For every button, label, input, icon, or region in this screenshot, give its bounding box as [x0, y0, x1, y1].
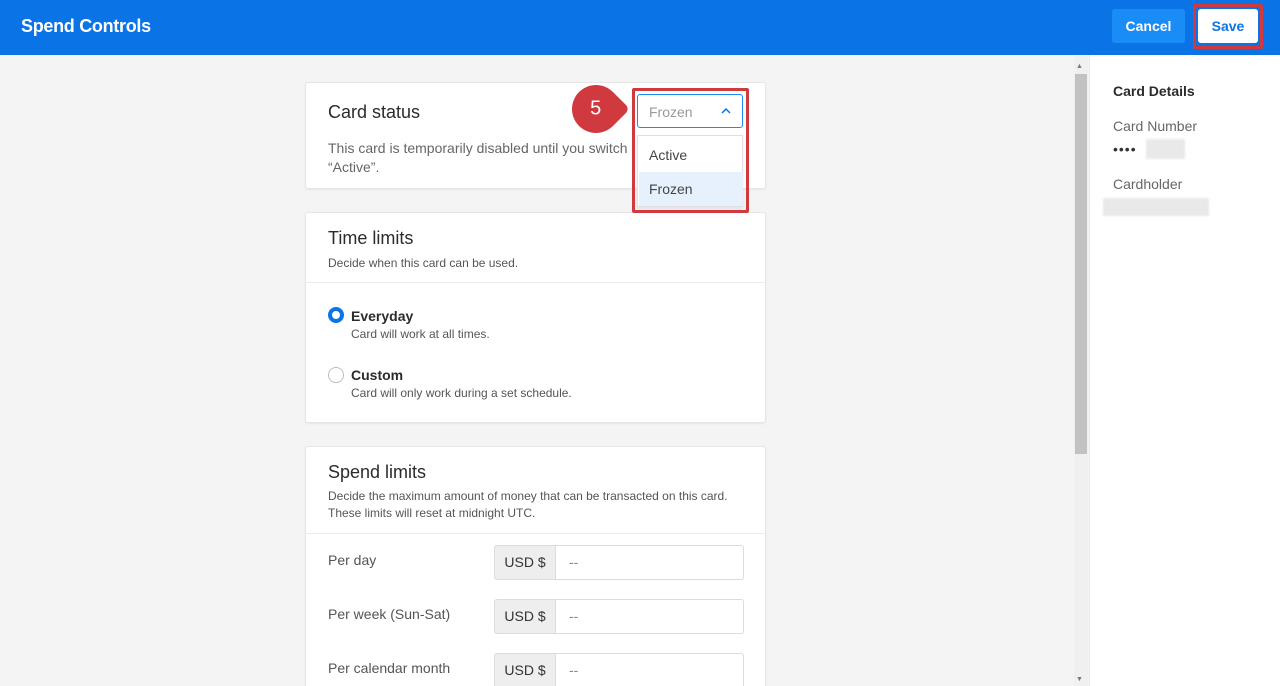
card-status-description-line2: “Active”.: [328, 159, 380, 175]
divider: [306, 282, 765, 283]
scroll-down-arrow-icon[interactable]: ▼: [1076, 676, 1083, 683]
top-bar: Spend Controls Cancel Save: [0, 0, 1280, 55]
time-limits-subtitle: Decide when this card can be used.: [328, 256, 519, 270]
everyday-description: Card will work at all times.: [351, 327, 490, 341]
cancel-button[interactable]: Cancel: [1112, 9, 1185, 43]
per-day-label: Per day: [328, 552, 377, 568]
card-number-redacted: [1146, 139, 1185, 159]
divider: [306, 533, 765, 534]
cardholder-label: Cardholder: [1113, 176, 1183, 192]
custom-label[interactable]: Custom: [351, 367, 403, 383]
card-details-sidebar: Card Details Card Number •••• Cardholder: [1089, 55, 1280, 686]
per-month-label: Per calendar month: [328, 660, 451, 676]
card-number-masked: ••••: [1113, 141, 1137, 157]
card-details-heading: Card Details: [1113, 83, 1195, 99]
per-month-input[interactable]: --: [555, 653, 744, 686]
card-status-description: This card is temporarily disabled until …: [328, 139, 638, 177]
card-status-description-line1: This card is temporarily disabled until …: [328, 140, 628, 156]
step-5-number: 5: [590, 98, 602, 120]
custom-radio[interactable]: [328, 367, 344, 383]
time-limits-panel: Time limits Decide when this card can be…: [305, 212, 766, 423]
custom-description: Card will only work during a set schedul…: [351, 386, 572, 400]
scroll-up-arrow-icon[interactable]: ▲: [1076, 63, 1083, 70]
per-week-currency: USD $: [494, 599, 556, 634]
time-limits-title: Time limits: [328, 228, 414, 248]
scrollbar-thumb[interactable]: [1075, 74, 1087, 454]
everyday-radio[interactable]: [328, 307, 344, 323]
per-week-label: Per week (Sun-Sat): [328, 606, 451, 622]
spend-limits-subtitle-line2: These limits will reset at midnight UTC.: [328, 506, 536, 520]
card-number-label: Card Number: [1113, 118, 1198, 134]
spend-limits-subtitle-line1: Decide the maximum amount of money that …: [328, 489, 728, 503]
card-status-title: Card status: [328, 102, 421, 122]
per-week-input[interactable]: --: [555, 599, 744, 634]
spend-limits-title: Spend limits: [328, 462, 427, 482]
per-day-currency: USD $: [494, 545, 556, 580]
spend-limits-panel: Spend limits Decide the maximum amount o…: [305, 446, 766, 686]
everyday-label[interactable]: Everyday: [351, 308, 413, 324]
per-day-input[interactable]: --: [555, 545, 744, 580]
dropdown-highlight-box: [632, 88, 749, 213]
per-month-currency: USD $: [494, 653, 556, 686]
cardholder-redacted: [1103, 198, 1209, 216]
save-highlight-box: [1193, 4, 1263, 49]
page-title: Spend Controls: [21, 16, 151, 36]
